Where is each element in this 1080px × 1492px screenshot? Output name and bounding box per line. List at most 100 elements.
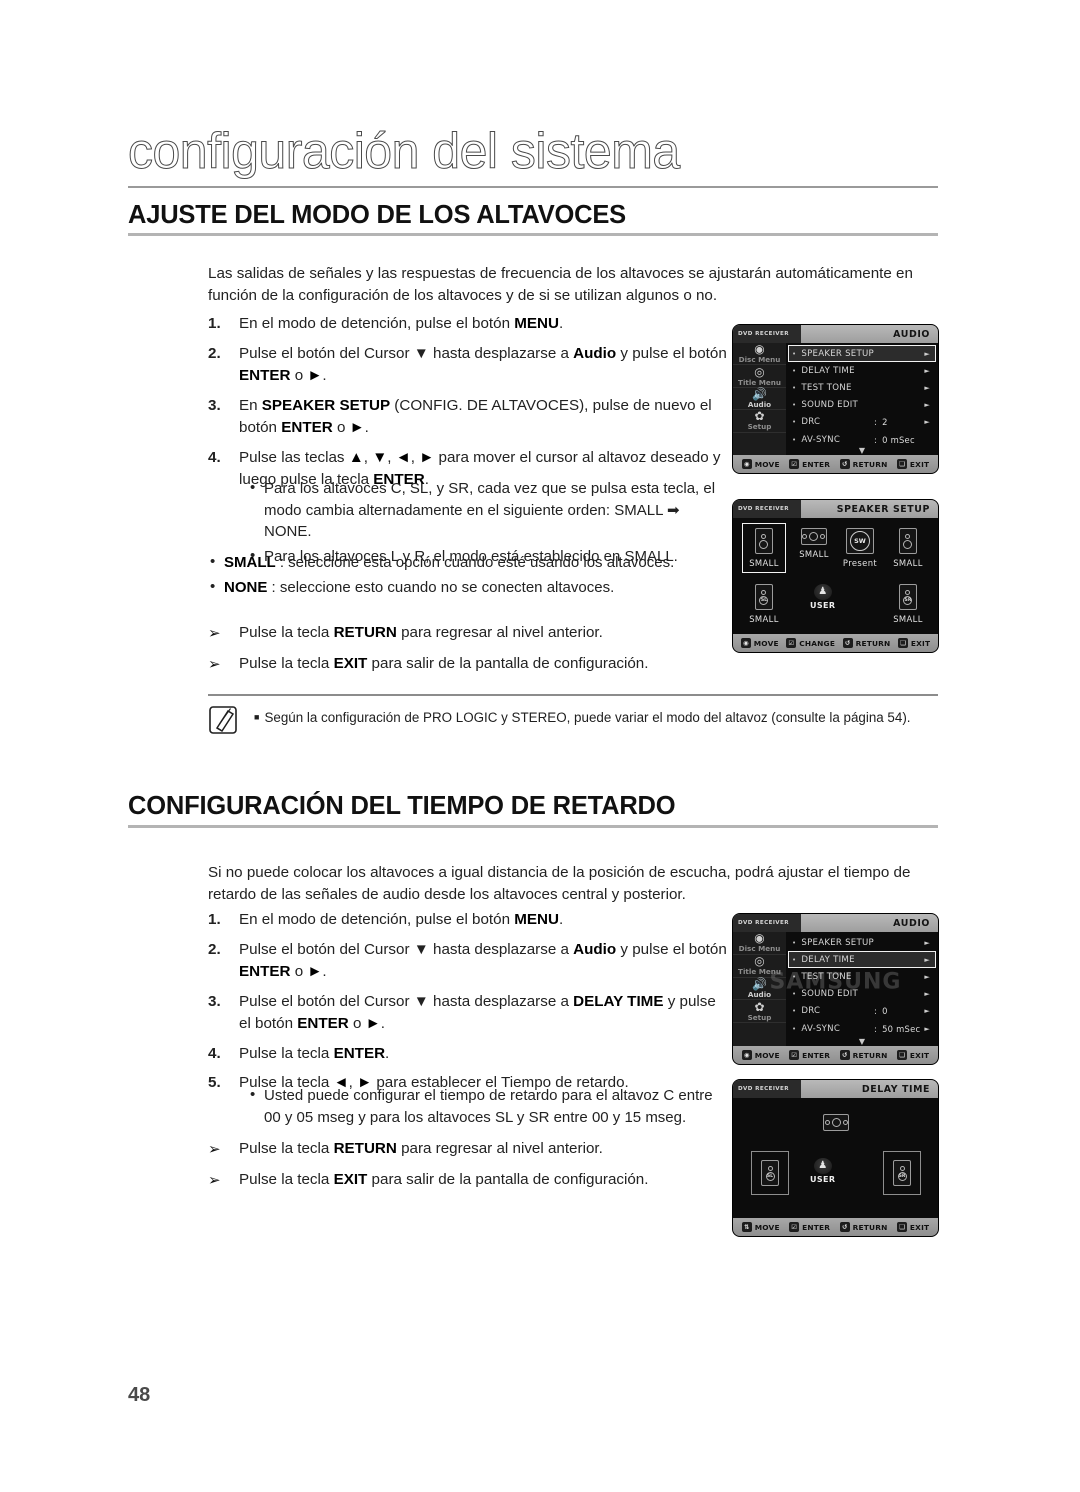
rail-item-setup[interactable]: ✿ Setup: [733, 410, 786, 433]
step-number: 4.: [208, 448, 221, 466]
hint-return[interactable]: ↺ RETURN: [839, 1222, 888, 1232]
menu-row-label: DRC: [801, 1006, 821, 1017]
mode-term: NONE: [224, 578, 268, 596]
section1-arrow-notes: ➢ Pulse la tecla RETURN para regresar al …: [208, 612, 748, 684]
key-glyph-icon: ☑: [789, 1222, 800, 1232]
step-number: 1.: [208, 911, 221, 928]
osd-screen-title: AUDIO: [893, 917, 930, 929]
rail-item-label: Audio: [747, 399, 772, 409]
step-item: 3. En SPEAKER SETUP (CONFIG. DE ALTAVOCES…: [208, 395, 728, 440]
osd-brand-label: DVD RECEIVER: [733, 1080, 801, 1098]
hint-label: RETURN: [852, 1222, 888, 1232]
menu-row-label: DELAY TIME: [801, 365, 855, 376]
rail-item-title-menu[interactable]: ◎ Title Menu: [733, 955, 786, 978]
hint-enter[interactable]: ☑ ENTER: [789, 1222, 830, 1232]
menu-row-label: TEST TONE: [801, 971, 852, 982]
menu-row-delay-time[interactable]: • DELAY TIME ►: [788, 951, 936, 969]
step-item: 1. En el modo de detención, pulse el botó…: [208, 909, 728, 932]
menu-row-test-tone[interactable]: • TEST TONE ►: [788, 379, 936, 396]
osd-audio-menu-1: DVD RECEIVER AUDIO ◉ Disc Menu ◎ Title Menu…: [733, 325, 938, 473]
hint-exit[interactable]: ❏ EXIT: [896, 1050, 929, 1060]
osd-screen-title: SPEAKER SETUP: [836, 503, 930, 515]
hint-enter[interactable]: ☑ ENTER: [789, 1050, 830, 1060]
speaker-slot-sw[interactable]: SW Present: [837, 524, 883, 572]
rail-item-disc-menu[interactable]: ◉ Disc Menu: [733, 343, 786, 366]
hint-exit[interactable]: ❏ EXIT: [897, 638, 930, 648]
menu-row-av-sync[interactable]: • AV-SYNC:50 mSec ►: [788, 1020, 936, 1037]
menu-row-label: SPEAKER SETUP: [801, 937, 874, 948]
hint-exit[interactable]: ❏ EXIT: [896, 459, 929, 469]
chevron-right-icon: ►: [924, 349, 930, 358]
rail-item-disc-menu[interactable]: ◉ Disc Menu: [733, 932, 786, 955]
chevron-right-icon: ►: [924, 418, 930, 427]
speaker-mode-label: SMALL: [749, 558, 779, 568]
speaker-slot-c[interactable]: SMALL: [791, 524, 837, 563]
menu-row-drc[interactable]: • DRC:0 ►: [788, 1003, 936, 1020]
hint-enter[interactable]: ☑ ENTER: [789, 459, 830, 469]
arrow-note-text: Pulse la tecla EXIT para salir de la pan…: [239, 655, 649, 672]
step-number: 2.: [208, 344, 221, 362]
arrow-note-text: Pulse la tecla RETURN para regresar al n…: [239, 624, 603, 641]
delay-speaker-sr[interactable]: SR: [879, 1151, 925, 1195]
hint-label: EXIT: [909, 1222, 930, 1232]
row-bullet-icon: •: [792, 1024, 797, 1033]
rail-item-label: Disc Menu: [738, 355, 781, 365]
rail-item-audio[interactable]: 🔊 Audio: [733, 978, 786, 1001]
speaker-l-icon: [754, 528, 773, 554]
hint-move[interactable]: ◉ MOVE: [741, 459, 780, 469]
menu-row-test-tone[interactable]: • TEST TONE ►: [788, 968, 936, 985]
delay-speaker-sl[interactable]: SL: [747, 1151, 793, 1195]
key-glyph-icon: ❏: [896, 1222, 907, 1232]
menu-row-sound-edit[interactable]: • SOUND EDIT ►: [788, 986, 936, 1003]
hint-return[interactable]: ↺ RETURN: [842, 638, 891, 648]
arrow-bullet-icon: ➢: [208, 625, 221, 642]
memo-note-icon: [208, 705, 242, 735]
rail-item-title-menu[interactable]: ◎ Title Menu: [733, 365, 786, 388]
rail-item-setup[interactable]: ✿ Setup: [733, 999, 786, 1024]
menu-row-speaker-setup[interactable]: • SPEAKER SETUP ►: [788, 934, 936, 951]
key-glyph-icon: ☑: [789, 1050, 800, 1060]
rail-item-audio[interactable]: 🔊 Audio: [733, 386, 786, 411]
menu-row-sound-edit[interactable]: • SOUND EDIT ►: [788, 397, 936, 414]
hint-exit[interactable]: ❏ EXIT: [896, 1222, 930, 1232]
hint-move[interactable]: ◉ MOVE: [741, 1050, 780, 1060]
speaker-slot-sl[interactable]: SL SMALL: [741, 580, 787, 628]
hint-label: MOVE: [753, 638, 779, 648]
hint-return[interactable]: ↺ RETURN: [839, 459, 888, 469]
speaker-center-icon: [800, 528, 827, 545]
speaker-slot-r[interactable]: SMALL: [885, 524, 931, 572]
audio-icon: 🔊: [752, 386, 767, 401]
scroll-down-icon: ▼: [858, 446, 866, 455]
section1-heading: AJUSTE DEL MODO DE LOS ALTAVOCES: [128, 201, 626, 229]
osd-titlebar: DVD RECEIVER SPEAKER SETUP: [733, 500, 938, 518]
speaker-slot-sr[interactable]: SR SMALL: [885, 580, 931, 628]
hint-move[interactable]: ◉ MOVE: [740, 638, 779, 648]
osd-brand-label: DVD RECEIVER: [733, 914, 801, 932]
delay-speaker-c[interactable]: [813, 1110, 859, 1135]
menu-row-delay-time[interactable]: • DELAY TIME ►: [788, 362, 936, 379]
hint-label: ENTER: [802, 459, 831, 469]
key-glyph-icon: ↺: [842, 638, 853, 648]
arrow-bullet-icon: ➢: [208, 1141, 221, 1158]
menu-row-label: SPEAKER SETUP: [801, 348, 874, 359]
osd-button-hints: ◉ MOVE ☑ ENTER ↺ RETURN ❏ EXIT: [733, 1046, 938, 1064]
key-glyph-icon: ↺: [839, 1222, 850, 1232]
hint-label: RETURN: [852, 459, 888, 469]
hint-return[interactable]: ↺ RETURN: [839, 1050, 888, 1060]
hint-move[interactable]: ⇅ MOVE: [741, 1222, 780, 1232]
arrow-note: ➢ Pulse la tecla RETURN para regresar al …: [208, 1138, 748, 1160]
menu-row-drc[interactable]: • DRC:2 ►: [788, 414, 936, 431]
step-text: En el modo de detención, pulse el botón …: [239, 911, 564, 928]
speaker-mode-label: Present: [842, 558, 878, 568]
hint-change[interactable]: ☑ CHANGE: [786, 638, 835, 648]
speaker-mode-label: SMALL: [799, 549, 829, 559]
row-bullet-icon: •: [792, 938, 797, 947]
speaker-r-icon: [898, 528, 917, 554]
setup-gear-icon: ✿: [754, 999, 765, 1014]
speaker-slot-l[interactable]: SMALL: [741, 523, 787, 573]
menu-row-label: SOUND EDIT: [801, 400, 859, 411]
rail-item-label: Title Menu: [738, 967, 781, 977]
key-glyph-icon: ❏: [897, 638, 908, 648]
step-item: 4. Pulse la tecla ENTER.: [208, 1043, 728, 1066]
menu-row-speaker-setup[interactable]: • SPEAKER SETUP ►: [788, 345, 936, 363]
